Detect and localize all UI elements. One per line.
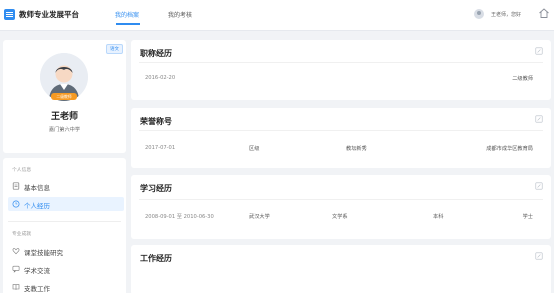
section-title-history: 职称经历 2016-02-20 二级教师 bbox=[131, 40, 551, 100]
menu-item-basic-info[interactable]: 基本信息 bbox=[8, 179, 124, 193]
user-avatar[interactable] bbox=[474, 9, 484, 19]
section-divider bbox=[139, 130, 543, 131]
row-degree: 学士 bbox=[522, 214, 533, 220]
section-divider bbox=[139, 62, 543, 63]
menu-item-experience[interactable]: 个人经历 bbox=[8, 197, 124, 211]
row-date: 2016-02-20 bbox=[145, 75, 176, 81]
menu-item-support-teaching[interactable]: 支教工作 bbox=[8, 280, 124, 293]
active-tab-underline bbox=[116, 23, 140, 25]
edit-icon[interactable] bbox=[535, 182, 543, 190]
section-title: 职称经历 bbox=[140, 49, 172, 58]
side-menu: 个人信息 基本信息 个人经历 专业成就 课堂技能研究 学术交流 支教工作 bbox=[3, 158, 126, 293]
row-date-range: 2008-09-01 至 2010-06-30 bbox=[145, 214, 214, 220]
edit-icon[interactable] bbox=[535, 252, 543, 260]
row-date: 2017-07-01 bbox=[145, 145, 176, 151]
section-divider bbox=[139, 199, 543, 200]
top-bar: 教师专业发展平台 我的档案 我的考核 王老师，您好 bbox=[0, 0, 554, 31]
profile-school: 嘉门第六中学 bbox=[48, 127, 81, 133]
file-icon bbox=[12, 182, 20, 190]
section-title: 工作经历 bbox=[140, 254, 172, 263]
section-work-history: 工作经历 bbox=[131, 245, 551, 293]
user-greeting[interactable]: 王老师，您好 bbox=[491, 11, 521, 18]
subject-tag: 语文 bbox=[106, 44, 123, 54]
edit-icon[interactable] bbox=[535, 115, 543, 123]
menu-group-personal: 个人信息 bbox=[12, 168, 32, 173]
row-level: 区级 bbox=[249, 146, 260, 152]
row-degree-level: 本科 bbox=[433, 214, 444, 220]
heart-icon bbox=[12, 248, 20, 255]
menu-item-label: 课堂技能研究 bbox=[24, 249, 63, 257]
app-logo-icon bbox=[4, 9, 15, 20]
book-icon bbox=[12, 284, 20, 290]
profile-card: 语文 二级教师 王老师 嘉门第六中学 bbox=[3, 40, 126, 153]
edit-icon[interactable] bbox=[535, 47, 543, 55]
section-education: 学习经历 2008-09-01 至 2010-06-30 武汉大学 文学系 本科… bbox=[131, 175, 551, 239]
menu-group-achievements: 专业成就 bbox=[12, 232, 32, 237]
app-title: 教师专业发展平台 bbox=[19, 10, 79, 19]
profile-name: 王老师 bbox=[50, 112, 78, 122]
menu-item-label: 基本信息 bbox=[24, 184, 50, 192]
menu-divider bbox=[8, 221, 121, 222]
row-issuer: 成都市成华区教育局 bbox=[486, 146, 533, 152]
clock-icon bbox=[12, 200, 20, 208]
title-badge: 二级教师 bbox=[51, 93, 77, 100]
menu-item-label: 支教工作 bbox=[24, 285, 50, 293]
home-icon[interactable] bbox=[538, 7, 550, 19]
row-honor: 教坛新秀 bbox=[346, 146, 367, 152]
section-title: 学习经历 bbox=[140, 184, 172, 193]
row-school: 武汉大学 bbox=[249, 214, 270, 220]
row-title: 二级教师 bbox=[512, 76, 533, 82]
menu-item-academic-exchange[interactable]: 学术交流 bbox=[8, 262, 124, 276]
tab-my-assessment[interactable]: 我的考核 bbox=[168, 10, 192, 19]
row-department: 文学系 bbox=[332, 214, 348, 220]
menu-item-label: 个人经历 bbox=[24, 202, 50, 210]
menu-item-label: 学术交流 bbox=[24, 267, 50, 275]
chat-icon bbox=[12, 265, 20, 273]
menu-item-teaching-research[interactable]: 课堂技能研究 bbox=[8, 244, 124, 258]
section-honors: 荣誉称号 2017-07-01 区级 教坛新秀 成都市成华区教育局 bbox=[131, 108, 551, 168]
section-title: 荣誉称号 bbox=[140, 117, 172, 126]
tab-my-archive[interactable]: 我的档案 bbox=[115, 10, 139, 19]
